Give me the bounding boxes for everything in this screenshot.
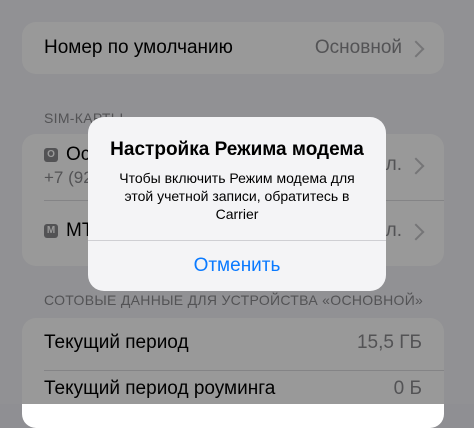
alert-title: Настройка Режима модема <box>110 139 364 160</box>
cancel-button[interactable]: Отменить <box>88 241 386 291</box>
hotspot-alert-dialog: Настройка Режима модема Чтобы включить Р… <box>88 117 386 291</box>
alert-message: Чтобы включить Режим модема для этой уче… <box>119 170 355 222</box>
